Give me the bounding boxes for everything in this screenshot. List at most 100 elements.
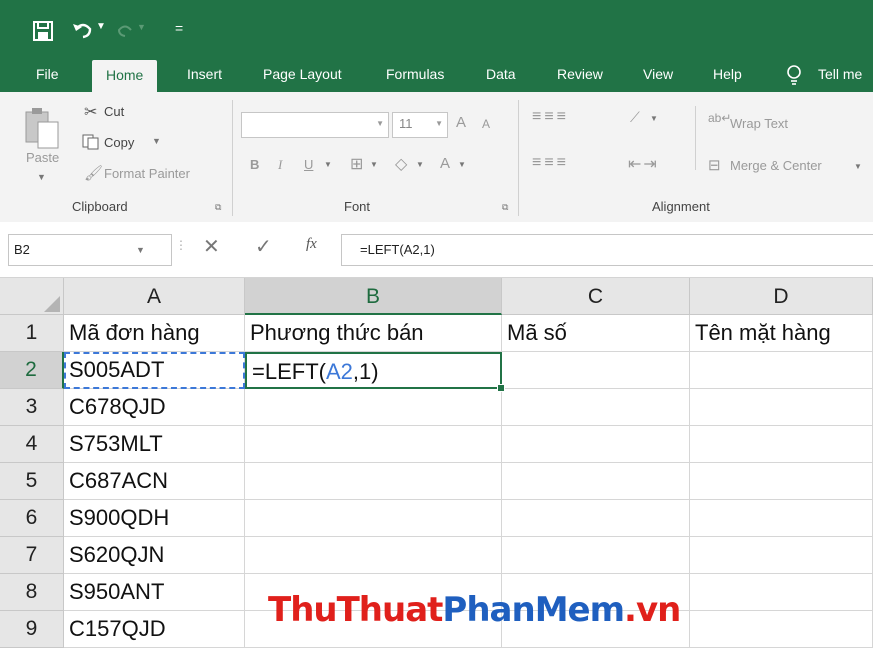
cut-button[interactable]: Cut [104, 104, 124, 119]
horizontal-align-icons[interactable]: ≡≡≡ [532, 154, 569, 172]
tab-review[interactable]: Review [557, 56, 603, 92]
paste-dropdown-icon[interactable]: ▼ [37, 172, 46, 182]
tab-help[interactable]: Help [713, 56, 742, 92]
cell-b7[interactable] [245, 537, 502, 574]
font-launcher-icon[interactable]: ⧉ [502, 202, 508, 213]
customize-qat-icon[interactable]: = [175, 20, 183, 36]
cell-c3[interactable] [502, 389, 690, 426]
row-header-5[interactable]: 5 [0, 463, 64, 500]
orientation-icon[interactable]: ⟋ [630, 109, 640, 126]
lightbulb-icon[interactable] [786, 64, 802, 86]
cell-d5[interactable] [690, 463, 873, 500]
paste-label[interactable]: Paste [26, 150, 59, 165]
merge-dropdown-icon[interactable]: ▼ [854, 162, 862, 171]
row-header-7[interactable]: 7 [0, 537, 64, 574]
cell-c6[interactable] [502, 500, 690, 537]
format-painter-button[interactable]: Format Painter [104, 166, 190, 181]
tab-data[interactable]: Data [486, 56, 516, 92]
font-color-button[interactable]: A [440, 155, 450, 172]
cell-d8[interactable] [690, 574, 873, 611]
formula-input[interactable]: =LEFT(A2,1) [341, 234, 873, 266]
column-header-b[interactable]: B [245, 278, 502, 315]
grow-font-button[interactable]: A [456, 114, 466, 131]
cell-a7[interactable]: S620QJN [64, 537, 245, 574]
undo-icon[interactable] [72, 20, 94, 40]
merge-center-button[interactable]: Merge & Center [730, 158, 822, 173]
copy-dropdown-icon[interactable]: ▼ [152, 136, 161, 146]
fill-handle[interactable] [497, 384, 505, 392]
cell-d7[interactable] [690, 537, 873, 574]
cell-c2[interactable] [502, 352, 690, 389]
column-header-a[interactable]: A [64, 278, 245, 315]
tab-insert[interactable]: Insert [187, 56, 222, 92]
font-color-dropdown-icon[interactable]: ▼ [458, 160, 466, 169]
cancel-icon[interactable]: ✕ [203, 234, 220, 259]
cell-a1[interactable]: Mã đơn hàng [64, 315, 245, 352]
row-header-6[interactable]: 6 [0, 500, 64, 537]
cell-d4[interactable] [690, 426, 873, 463]
cell-d6[interactable] [690, 500, 873, 537]
select-all-corner[interactable] [0, 278, 64, 315]
cell-b5[interactable] [245, 463, 502, 500]
insert-function-icon[interactable]: fx [306, 236, 317, 253]
shrink-font-button[interactable]: A [482, 117, 490, 131]
wrap-text-button[interactable]: Wrap Text [730, 116, 788, 131]
cell-a8[interactable]: S950ANT [64, 574, 245, 611]
row-header-2[interactable]: 2 [0, 352, 64, 389]
vertical-align-icons[interactable]: ≡≡≡ [532, 108, 569, 126]
borders-dropdown-icon[interactable]: ▼ [370, 160, 378, 169]
row-header-3[interactable]: 3 [0, 389, 64, 426]
column-header-c[interactable]: C [502, 278, 690, 315]
bold-button[interactable]: B [250, 157, 259, 172]
name-box-dropdown-icon[interactable]: ▼ [136, 245, 145, 255]
cell-d9[interactable] [690, 611, 873, 648]
redo-icon[interactable] [116, 22, 134, 38]
undo-dropdown-icon[interactable]: ▼ [96, 21, 106, 32]
indent-icons[interactable]: ⇤⇥ [628, 154, 659, 174]
underline-button[interactable]: U [304, 157, 313, 172]
tab-file[interactable]: File [36, 56, 59, 92]
cell-d2[interactable] [690, 352, 873, 389]
name-box[interactable]: B2 ▼ [8, 234, 172, 266]
cell-c7[interactable] [502, 537, 690, 574]
copy-button[interactable]: Copy [104, 135, 134, 150]
cell-c1[interactable]: Mã số [502, 315, 690, 352]
fill-color-icon[interactable]: ◇ [395, 154, 407, 174]
italic-button[interactable]: I [278, 157, 282, 173]
cell-c5[interactable] [502, 463, 690, 500]
tab-page-layout[interactable]: Page Layout [263, 56, 342, 92]
cell-a4[interactable]: S753MLT [64, 426, 245, 463]
save-icon[interactable] [32, 20, 54, 42]
row-header-8[interactable]: 8 [0, 574, 64, 611]
fill-color-dropdown-icon[interactable]: ▼ [416, 160, 424, 169]
font-size-box[interactable]: 11 ▼ [392, 112, 448, 138]
tab-view[interactable]: View [643, 56, 673, 92]
cell-b3[interactable] [245, 389, 502, 426]
underline-dropdown-icon[interactable]: ▼ [324, 160, 332, 169]
font-size-dropdown-icon[interactable]: ▼ [435, 119, 443, 128]
tab-home[interactable]: Home [92, 60, 158, 92]
cell-a9[interactable]: C157QJD [64, 611, 245, 648]
cell-a2[interactable]: S005ADT [64, 352, 245, 389]
cell-b6[interactable] [245, 500, 502, 537]
cell-a6[interactable]: S900QDH [64, 500, 245, 537]
column-header-d[interactable]: D [690, 278, 873, 315]
tab-formulas[interactable]: Formulas [386, 56, 444, 92]
row-header-1[interactable]: 1 [0, 315, 64, 352]
paste-button[interactable] [22, 104, 62, 152]
clipboard-launcher-icon[interactable]: ⧉ [215, 202, 221, 213]
enter-icon[interactable]: ✓ [255, 234, 272, 259]
worksheet-grid[interactable]: A B C D 1 2 3 4 5 6 7 8 9 Mã đơn hàng Ph… [0, 278, 873, 651]
cell-b1[interactable]: Phương thức bán [245, 315, 502, 352]
cell-d3[interactable] [690, 389, 873, 426]
cell-a5[interactable]: C687ACN [64, 463, 245, 500]
cell-b4[interactable] [245, 426, 502, 463]
cell-c4[interactable] [502, 426, 690, 463]
row-header-9[interactable]: 9 [0, 611, 64, 648]
cell-b2[interactable]: =LEFT(A2,1) [245, 352, 502, 389]
cell-a3[interactable]: C678QJD [64, 389, 245, 426]
font-name-box[interactable]: ▼ [241, 112, 389, 138]
tab-tell-me[interactable]: Tell me [818, 56, 862, 92]
font-name-dropdown-icon[interactable]: ▼ [376, 119, 384, 128]
cell-d1[interactable]: Tên mặt hàng [690, 315, 873, 352]
